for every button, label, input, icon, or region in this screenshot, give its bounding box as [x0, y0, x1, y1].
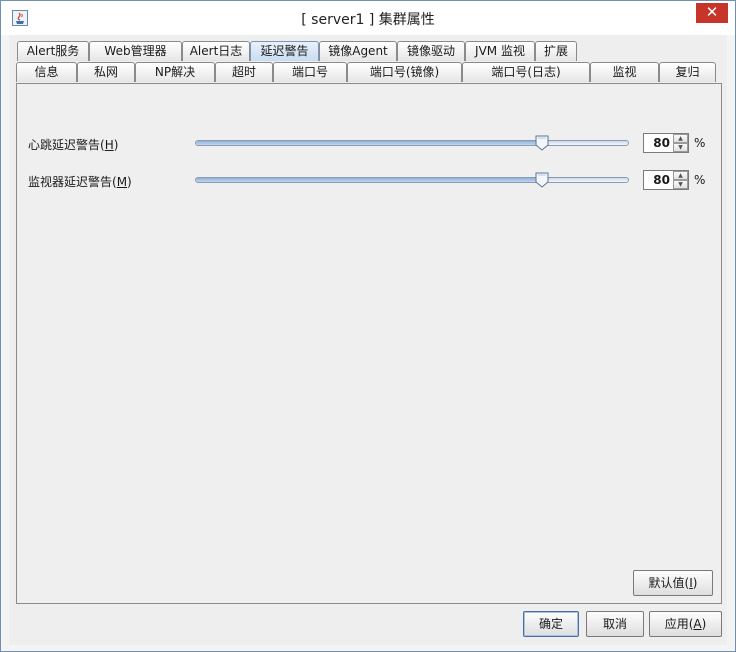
tab-port-number[interactable]: 端口号 — [273, 62, 347, 82]
tab-recovery[interactable]: 复归 — [659, 62, 716, 82]
tab-jvm-monitor[interactable]: JVM 监视 — [465, 41, 535, 61]
close-button[interactable]: ✕ — [696, 3, 728, 23]
heartbeat-delay-label: 心跳延迟警告(H) — [28, 138, 119, 152]
tab-web-manager[interactable]: Web管理器 — [89, 41, 182, 61]
tab-np-resolution[interactable]: NP解决 — [135, 62, 215, 82]
monitor-delay-spinner[interactable]: 80 ▲ ▼ — [643, 170, 689, 190]
tab-alert-service[interactable]: Alert服务 — [17, 41, 89, 61]
heartbeat-delay-spinner[interactable]: 80 ▲ ▼ — [643, 133, 689, 153]
tab-port-number-mirror[interactable]: 端口号(镜像) — [347, 62, 462, 82]
tab-info[interactable]: 信息 — [16, 62, 77, 82]
spinner-up-icon[interactable]: ▲ — [673, 171, 688, 180]
heartbeat-slider-fill — [196, 141, 542, 145]
cancel-button[interactable]: 取消 — [586, 611, 644, 637]
monitor-delay-label: 监视器延迟警告(M) — [28, 175, 132, 189]
tab-timeout[interactable]: 超时 — [215, 62, 273, 82]
tab-monitor[interactable]: 监视 — [590, 62, 659, 82]
tab-port-number-log[interactable]: 端口号(日志) — [462, 62, 590, 82]
monitor-delay-slider[interactable] — [195, 172, 629, 188]
monitor-slider-fill — [196, 178, 542, 182]
heartbeat-percent-unit: % — [694, 136, 706, 150]
tab-mirror-agent[interactable]: 镜像Agent — [319, 41, 397, 61]
close-icon: ✕ — [705, 3, 719, 21]
dialog-client-area: Alert服务 Web管理器 Alert日志 延迟警告 镜像Agent 镜像驱动… — [9, 35, 727, 645]
delay-warning-panel: 心跳延迟警告(H) 80 ▲ ▼ % 监视器延迟警告(M) 80 ▲ ▼ % 默… — [16, 83, 722, 604]
tab-alert-log[interactable]: Alert日志 — [182, 41, 250, 61]
tab-extension[interactable]: 扩展 — [535, 41, 577, 61]
monitor-delay-value[interactable]: 80 — [644, 171, 672, 189]
ok-button[interactable]: 确定 — [523, 611, 579, 637]
tab-private-network[interactable]: 私网 — [77, 62, 135, 82]
spinner-down-icon[interactable]: ▼ — [673, 180, 688, 189]
title-bar[interactable]: [ server1 ] 集群属性 ✕ — [1, 1, 735, 35]
spinner-up-icon[interactable]: ▲ — [673, 134, 688, 143]
monitor-slider-thumb[interactable] — [535, 172, 549, 188]
heartbeat-delay-slider[interactable] — [195, 135, 629, 151]
default-value-button[interactable]: 默认值(I) — [633, 570, 713, 596]
heartbeat-delay-value[interactable]: 80 — [644, 134, 672, 152]
window-title: [ server1 ] 集群属性 — [301, 12, 435, 28]
spinner-down-icon[interactable]: ▼ — [673, 143, 688, 152]
tab-delay-warning[interactable]: 延迟警告 — [250, 41, 319, 61]
heartbeat-slider-thumb[interactable] — [535, 135, 549, 151]
tab-mirror-driver[interactable]: 镜像驱动 — [397, 41, 465, 61]
apply-button[interactable]: 应用(A) — [649, 611, 722, 637]
monitor-percent-unit: % — [694, 173, 706, 187]
cluster-properties-window: [ server1 ] 集群属性 ✕ Alert服务 Web管理器 Alert日… — [0, 0, 736, 652]
